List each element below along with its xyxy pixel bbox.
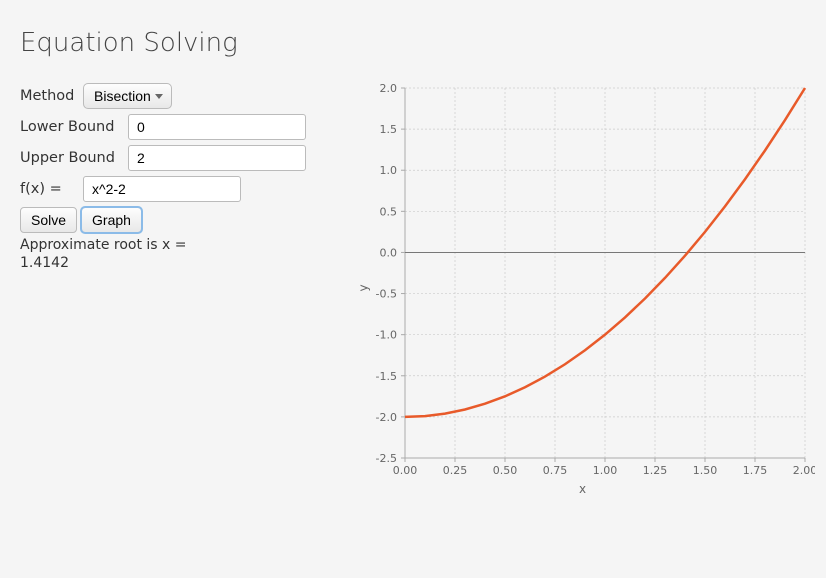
method-label: Method — [20, 88, 75, 104]
svg-text:-2.0: -2.0 — [376, 411, 397, 424]
lower-bound-input[interactable] — [128, 114, 306, 140]
svg-text:1.50: 1.50 — [693, 464, 718, 477]
svg-text:0.0: 0.0 — [380, 246, 398, 259]
lower-bound-label: Lower Bound — [20, 119, 120, 135]
upper-bound-input[interactable] — [128, 145, 306, 171]
page-title: Equation Solving — [20, 28, 806, 58]
graph-button[interactable]: Graph — [81, 207, 142, 233]
svg-text:1.25: 1.25 — [643, 464, 668, 477]
fx-input[interactable] — [83, 176, 241, 202]
svg-text:0.50: 0.50 — [493, 464, 518, 477]
method-select[interactable]: Bisection — [83, 83, 172, 109]
chart: 0.00 0.25 0.50 0.75 1.00 1.25 1.50 1.75 2.00 -2.5… — [350, 78, 815, 498]
svg-text:-2.5: -2.5 — [376, 452, 397, 465]
result-text: Approximate root is x = 1.4142 — [20, 237, 220, 272]
svg-text:1.5: 1.5 — [380, 123, 398, 136]
svg-text:2.00: 2.00 — [793, 464, 815, 477]
svg-text:-1.5: -1.5 — [376, 370, 397, 383]
svg-text:0.00: 0.00 — [393, 464, 418, 477]
svg-text:1.0: 1.0 — [380, 164, 398, 177]
fx-label: f(x) = — [20, 181, 75, 197]
upper-bound-label: Upper Bound — [20, 150, 120, 166]
solve-button[interactable]: Solve — [20, 207, 77, 233]
svg-text:0.5: 0.5 — [380, 205, 398, 218]
y-axis-label: y — [357, 284, 371, 291]
svg-text:0.75: 0.75 — [543, 464, 568, 477]
svg-text:0.25: 0.25 — [443, 464, 468, 477]
controls-panel: Method Bisection Lower Bound Upper Bound… — [20, 78, 320, 272]
svg-text:-0.5: -0.5 — [376, 288, 397, 301]
svg-text:1.75: 1.75 — [743, 464, 768, 477]
x-axis-label: x — [579, 482, 586, 496]
svg-text:1.00: 1.00 — [593, 464, 618, 477]
svg-text:-1.0: -1.0 — [376, 329, 397, 342]
svg-text:2.0: 2.0 — [380, 82, 398, 95]
